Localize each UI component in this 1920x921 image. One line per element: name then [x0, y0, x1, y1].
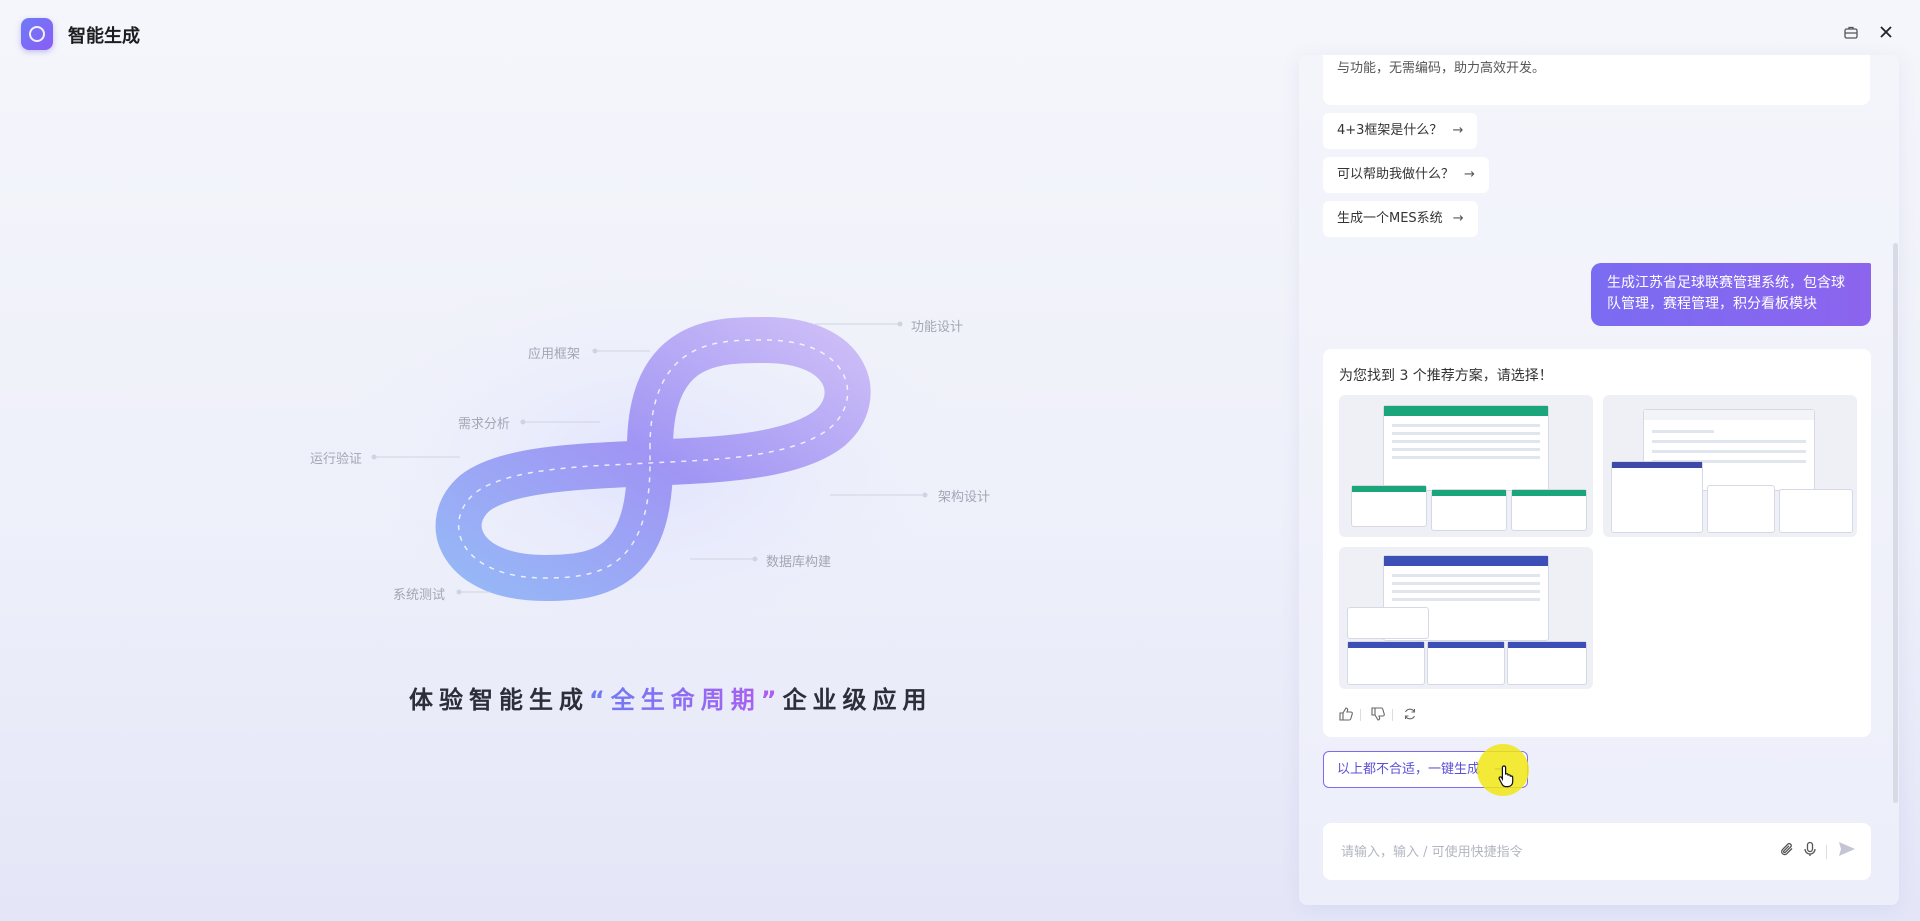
slogan-highlight: “全生命周期” — [589, 686, 783, 714]
thumb-header — [1512, 490, 1586, 496]
slogan-close-quote: ” — [760, 686, 783, 714]
intro-text: 与功能，无需编码，助力高效开发。 — [1337, 61, 1546, 76]
refresh-icon[interactable] — [1403, 707, 1417, 725]
close-icon[interactable] — [1876, 24, 1896, 44]
suggestion-chip-mes[interactable]: 生成一个MES系统 → — [1323, 201, 1478, 237]
arrow-right-icon: → — [1452, 211, 1464, 226]
divider — [1392, 709, 1393, 721]
suggestion-label: 生成一个MES系统 — [1337, 211, 1443, 226]
solution-thumbnail-3[interactable] — [1339, 547, 1593, 689]
thumb-row — [1392, 424, 1540, 427]
thumb-row — [1392, 582, 1540, 585]
divider — [1360, 709, 1361, 721]
scrollbar-thumb[interactable] — [1893, 243, 1898, 803]
thumb-screen — [1507, 641, 1587, 685]
suggestion-chip-framework[interactable]: 4+3框架是什么？ → — [1323, 113, 1478, 149]
thumb-screen — [1347, 607, 1429, 639]
chat-input[interactable] — [1339, 823, 1763, 882]
hero-illustration: 功能设计 应用框架 需求分析 运行验证 架构设计 数据库构建 系统测试 体验智能… — [0, 68, 1290, 921]
arrow-right-icon: → — [1452, 123, 1464, 138]
thumb-screen — [1707, 485, 1775, 533]
app-logo — [21, 18, 53, 50]
thumb-row — [1652, 440, 1806, 443]
regen-label: 以上都不合适，一键生成 — [1337, 762, 1481, 777]
slogan-suffix: 企业级应用 — [782, 686, 933, 714]
stage-label-system-test: 系统测试 — [393, 588, 446, 603]
slogan-highlight-text: 全生命周期 — [610, 686, 761, 714]
scrollbar[interactable] — [1891, 55, 1899, 905]
microphone-icon[interactable] — [1802, 841, 1818, 861]
divider — [1826, 845, 1827, 859]
thumb-row — [1392, 598, 1540, 601]
thumb-header — [1612, 462, 1702, 468]
answer-title: 为您找到 3 个推荐方案，请选择！ — [1339, 368, 1553, 384]
stage-label-database-build: 数据库构建 — [766, 555, 832, 570]
thumb-screen — [1779, 489, 1853, 533]
slogan-prefix: 体验智能生成 — [409, 686, 589, 714]
user-message-bubble: 生成江苏省足球联赛管理系统，包含球队管理，赛程管理，积分看板模块 — [1591, 263, 1871, 326]
thumb-header — [1352, 486, 1426, 492]
paperclip-icon[interactable] — [1779, 841, 1795, 861]
thumb-screen — [1383, 405, 1549, 491]
assistant-answer-card: 为您找到 3 个推荐方案，请选择！ — [1323, 349, 1871, 737]
arrow-right-icon: → — [1464, 167, 1475, 182]
thumb-row — [1392, 574, 1540, 577]
thumb-header — [1384, 406, 1548, 416]
stage-label-requirements-analysis: 需求分析 — [458, 417, 511, 432]
thumb-screen — [1611, 461, 1703, 533]
thumb-header — [1432, 490, 1506, 496]
thumb-header — [1384, 556, 1548, 566]
thumb-row — [1652, 430, 1714, 433]
suggestion-label: 可以帮助我做什么？ — [1337, 167, 1455, 182]
hand-pointer-icon — [1498, 764, 1518, 794]
thumb-screen — [1427, 641, 1505, 685]
chat-panel: 与功能，无需编码，助力高效开发。 4+3框架是什么？ → 可以帮助我做什么？ → 生… — [1299, 55, 1899, 905]
thumb-header — [1348, 642, 1424, 648]
thumb-row — [1392, 456, 1540, 459]
thumb-screen — [1431, 489, 1507, 531]
slogan-open-quote: “ — [589, 686, 611, 714]
thumb-row — [1392, 448, 1540, 451]
solution-thumbnail-2[interactable] — [1603, 395, 1857, 537]
suggestion-chip-help[interactable]: 可以帮助我做什么？ → — [1323, 157, 1489, 193]
stage-label-app-framework: 应用框架 — [528, 347, 581, 362]
thumb-header — [1508, 642, 1586, 648]
stage-label-function-design: 功能设计 — [911, 320, 964, 335]
thumb-screen — [1351, 485, 1427, 527]
thumb-screen — [1347, 641, 1425, 685]
hero-slogan: 体验智能生成“全生命周期”企业级应用 — [409, 680, 927, 715]
thumb-row — [1392, 440, 1540, 443]
thumb-screen — [1511, 489, 1587, 531]
stage-label-run-verification: 运行验证 — [310, 452, 363, 467]
solution-thumbnail-1[interactable] — [1339, 395, 1593, 537]
send-icon[interactable] — [1837, 839, 1857, 864]
suggestion-label: 4+3框架是什么？ — [1337, 123, 1443, 138]
infinity-loop-graphic — [320, 258, 980, 678]
chat-input-box — [1323, 823, 1871, 882]
briefcase-icon[interactable] — [1841, 24, 1861, 44]
thumb-header — [1428, 642, 1504, 648]
thumb-row — [1392, 590, 1540, 593]
thumb-header — [1644, 410, 1814, 420]
stage-label-architecture-design: 架构设计 — [938, 490, 991, 505]
app-title: 智能生成 — [68, 26, 140, 47]
thumb-row — [1392, 432, 1540, 435]
thumb-row — [1652, 450, 1806, 453]
thumbs-up-icon[interactable] — [1339, 707, 1353, 725]
assistant-intro-message: 与功能，无需编码，助力高效开发。 — [1323, 55, 1870, 105]
thumbs-down-icon[interactable] — [1371, 707, 1385, 725]
